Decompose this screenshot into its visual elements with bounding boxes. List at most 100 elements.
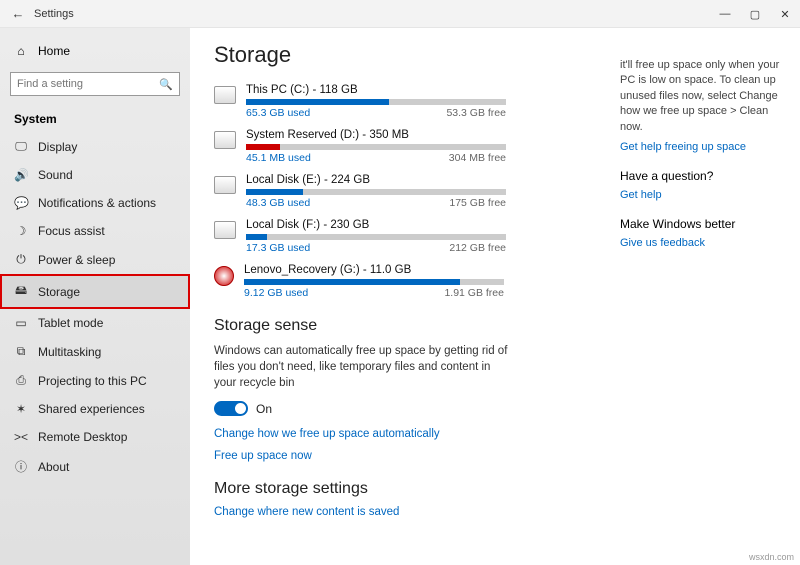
link-new-content[interactable]: Change where new content is saved (214, 506, 600, 518)
sidebar-item-focus-assist[interactable]: ☽ Focus assist (0, 217, 190, 245)
toggle-switch-icon (214, 401, 248, 416)
main-content: Storage This PC (C:) - 118 GB 65.3 GB us… (190, 28, 620, 565)
sidebar-item-about[interactable]: ⓘ About (0, 451, 190, 482)
drive-free: 304 MB free (449, 152, 506, 164)
nav-label: Projecting to this PC (38, 374, 147, 388)
nav-label: Remote Desktop (38, 430, 127, 444)
window-controls: — ▢ ✕ (710, 0, 800, 28)
usage-bar (246, 189, 506, 195)
drive-title: Lenovo_Recovery (G:) - 11.0 GB (244, 264, 600, 276)
drive-row[interactable]: Local Disk (E:) - 224 GB 48.3 GB used 175… (214, 174, 600, 209)
sidebar-item-remote-desktop[interactable]: >< Remote Desktop (0, 423, 190, 451)
toggle-label: On (256, 402, 272, 416)
usage-bar (246, 144, 506, 150)
nav-label: Storage (38, 285, 80, 299)
close-button[interactable]: ✕ (770, 0, 800, 28)
nav-icon: 🖵 (14, 139, 28, 154)
search-icon: 🔍 (159, 78, 173, 91)
link-freeup-now[interactable]: Free up space now (214, 450, 600, 462)
drive-used: 17.3 GB used (246, 242, 310, 254)
more-storage-heading: More storage settings (214, 480, 600, 498)
usage-bar (244, 279, 504, 285)
sidebar-item-power-sleep[interactable]: ⏻ Power & sleep (0, 245, 190, 274)
drive-icon (214, 131, 236, 149)
link-get-help[interactable]: Get help (620, 189, 786, 201)
drive-used: 48.3 GB used (246, 197, 310, 209)
nav-group-title: System (0, 104, 190, 132)
usage-bar (246, 99, 506, 105)
drive-title: This PC (C:) - 118 GB (246, 84, 600, 96)
drive-row[interactable]: Local Disk (F:) - 230 GB 17.3 GB used 212… (214, 219, 600, 254)
nav-icon: ✶ (14, 402, 28, 416)
minimize-button[interactable]: — (710, 0, 740, 28)
drive-title: Local Disk (E:) - 224 GB (246, 174, 600, 186)
link-help-freeing[interactable]: Get help freeing up space (620, 141, 786, 153)
question-heading: Have a question? (620, 169, 786, 183)
drive-used: 45.1 MB used (246, 152, 311, 164)
nav-icon: 💬 (14, 196, 28, 210)
drive-row[interactable]: Lenovo_Recovery (G:) - 11.0 GB 9.12 GB u… (214, 264, 600, 299)
feedback-heading: Make Windows better (620, 217, 786, 231)
nav-icon: ▭ (14, 316, 28, 330)
storage-sense-description: Windows can automatically free up space … (214, 343, 514, 391)
window-title: Settings (34, 8, 74, 20)
usage-bar (246, 234, 506, 240)
drive-used: 65.3 GB used (246, 107, 310, 119)
home-label: Home (38, 44, 70, 58)
watermark: wsxdn.com (749, 552, 794, 562)
nav-icon: ⧉ (14, 344, 28, 359)
nav-label: Notifications & actions (38, 196, 156, 210)
nav-label: Shared experiences (38, 402, 145, 416)
drive-free: 212 GB free (449, 242, 506, 254)
storage-sense-toggle[interactable]: On (214, 401, 600, 416)
drive-title: Local Disk (F:) - 230 GB (246, 219, 600, 231)
drive-icon (214, 86, 236, 104)
home-button[interactable]: ⌂ Home (0, 38, 190, 64)
nav-label: Tablet mode (38, 316, 103, 330)
titlebar: ← Settings (0, 0, 800, 28)
home-icon: ⌂ (14, 44, 28, 58)
drive-free: 1.91 GB free (444, 287, 504, 299)
sidebar-item-tablet-mode[interactable]: ▭ Tablet mode (0, 309, 190, 337)
nav-label: Display (38, 140, 77, 154)
drive-title: System Reserved (D:) - 350 MB (246, 129, 600, 141)
sidebar: ⌂ Home 🔍 System 🖵 Display 🔊 Sound 💬 Notificat… (0, 28, 190, 565)
drive-row[interactable]: This PC (C:) - 118 GB 65.3 GB used 53.3 G… (214, 84, 600, 119)
nav-label: About (38, 460, 69, 474)
tips-panel: it'll free up space only when your PC is… (620, 28, 800, 565)
nav-icon: ⎙ (14, 373, 28, 388)
tip-text: it'll free up space only when your PC is… (620, 58, 786, 135)
back-button[interactable]: ← (8, 6, 28, 21)
drive-free: 53.3 GB free (446, 107, 506, 119)
sidebar-item-projecting-to-this-pc[interactable]: ⎙ Projecting to this PC (0, 366, 190, 395)
link-feedback[interactable]: Give us feedback (620, 237, 786, 249)
search-box[interactable]: 🔍 (10, 72, 180, 96)
nav-icon: ☽ (14, 224, 28, 238)
sidebar-item-sound[interactable]: 🔊 Sound (0, 161, 190, 189)
nav-label: Power & sleep (38, 253, 115, 267)
nav-label: Multitasking (38, 345, 101, 359)
sidebar-item-shared-experiences[interactable]: ✶ Shared experiences (0, 395, 190, 423)
sidebar-item-notifications-actions[interactable]: 💬 Notifications & actions (0, 189, 190, 217)
sidebar-item-storage[interactable]: 🖴 Storage (0, 274, 190, 309)
link-change-freeup[interactable]: Change how we free up space automaticall… (214, 428, 600, 440)
nav-label: Focus assist (38, 224, 105, 238)
search-input[interactable] (17, 78, 159, 90)
nav-icon: 🖴 (14, 281, 28, 302)
nav-icon: ⓘ (14, 458, 28, 475)
nav-icon: >< (14, 430, 28, 444)
storage-sense-heading: Storage sense (214, 317, 600, 335)
nav-label: Sound (38, 168, 73, 182)
drive-icon (214, 176, 236, 194)
drive-icon (214, 221, 236, 239)
drive-free: 175 GB free (449, 197, 506, 209)
drive-icon (214, 266, 234, 286)
nav-icon: 🔊 (14, 168, 28, 182)
page-title: Storage (214, 42, 600, 68)
nav-icon: ⏻ (14, 252, 28, 267)
drive-row[interactable]: System Reserved (D:) - 350 MB 45.1 MB us… (214, 129, 600, 164)
maximize-button[interactable]: ▢ (740, 0, 770, 28)
sidebar-item-display[interactable]: 🖵 Display (0, 132, 190, 161)
drive-used: 9.12 GB used (244, 287, 308, 299)
sidebar-item-multitasking[interactable]: ⧉ Multitasking (0, 337, 190, 366)
